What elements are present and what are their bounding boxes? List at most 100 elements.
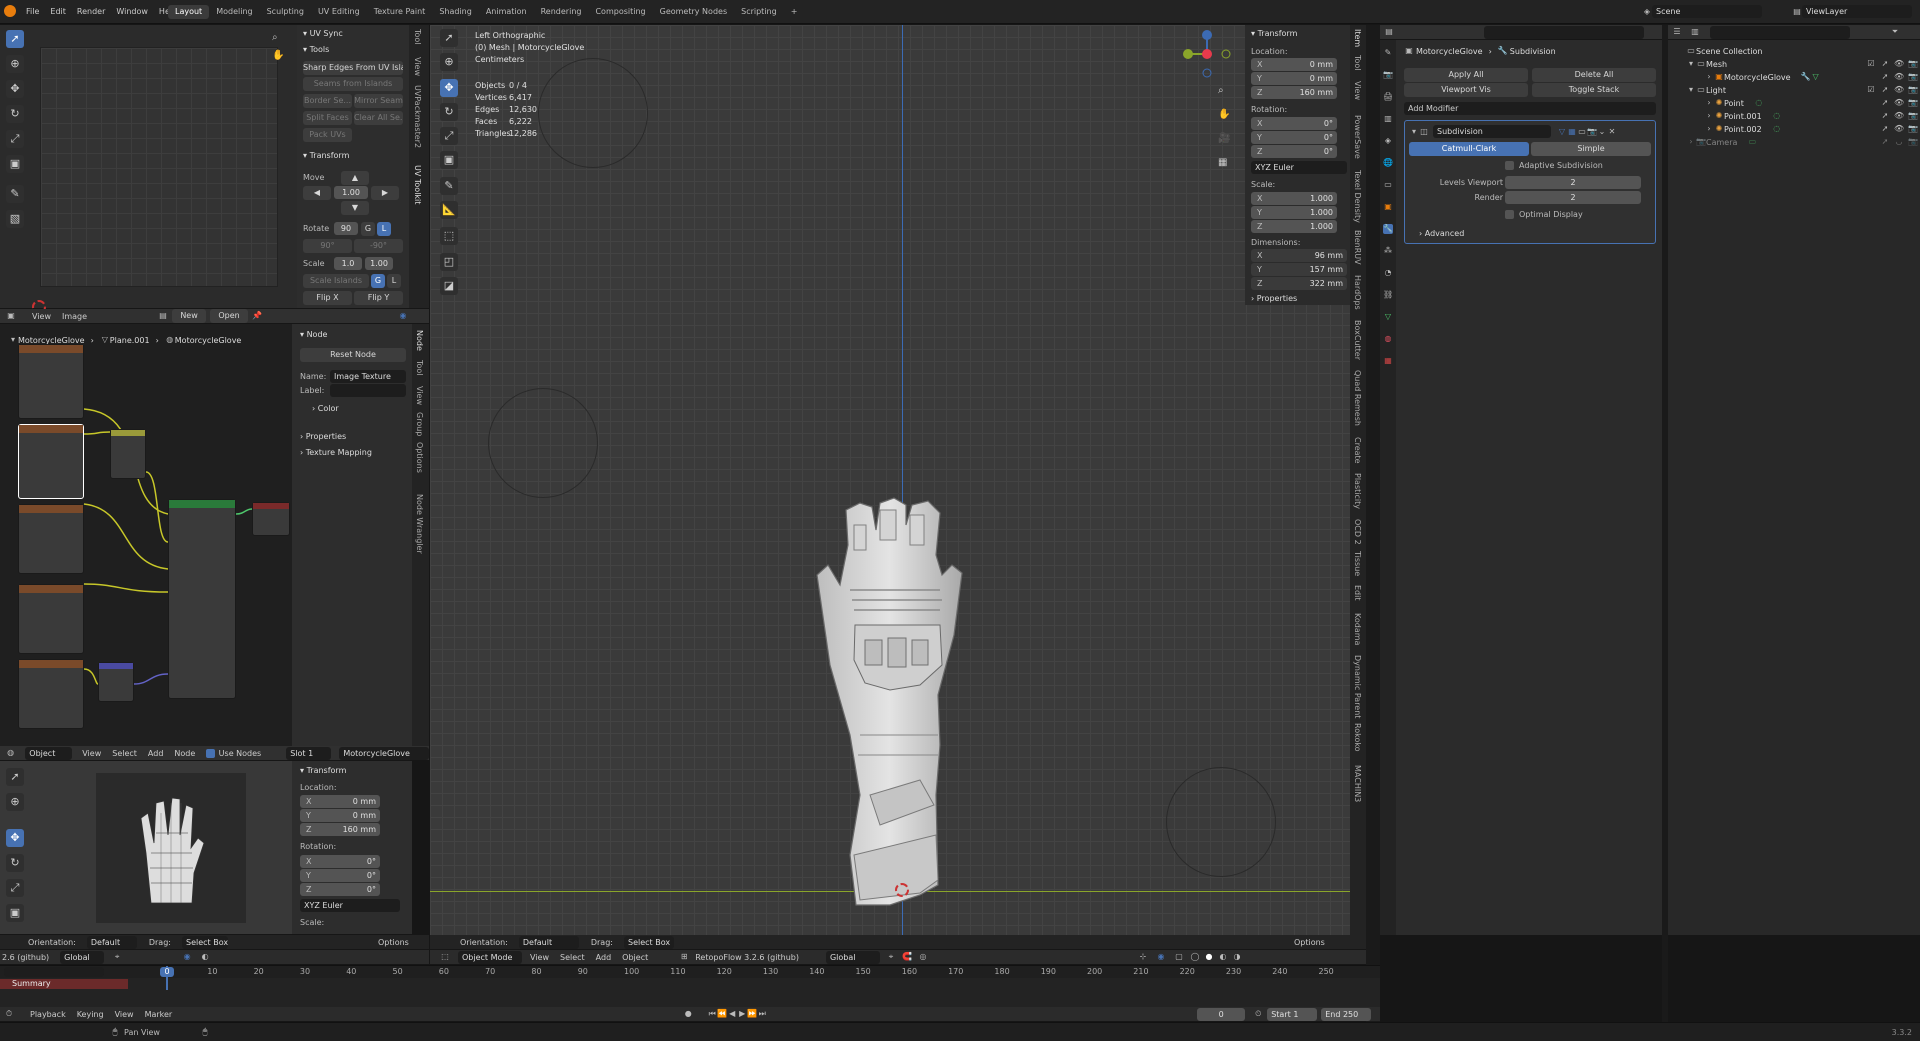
converter-node[interactable]: [110, 429, 146, 479]
properties-search[interactable]: [1484, 25, 1644, 39]
vp-select-tool-icon[interactable]: ➚: [440, 29, 458, 47]
tab-node-wrangler[interactable]: Node Wrangler: [415, 494, 424, 554]
eye-icon[interactable]: 👁: [1894, 59, 1904, 69]
data-props-icon[interactable]: ▽: [1383, 312, 1393, 322]
n-dim-x-field[interactable]: 96 mm: [1251, 249, 1347, 262]
n-rot-x-field[interactable]: 0°: [1251, 117, 1337, 130]
timeline[interactable]: Summary 0 10 20 30 40 50 60 70 80 90 100 110 120 130…: [0, 965, 1380, 1013]
tab-powersave[interactable]: PowerSave: [1353, 115, 1362, 159]
eye-icon[interactable]: 👁: [1894, 85, 1904, 95]
tab-tissue[interactable]: Tissue: [1353, 551, 1362, 576]
principled-bsdf-node[interactable]: [168, 499, 236, 699]
reset-node-button[interactable]: Reset Node: [300, 348, 406, 362]
uv-sync-header[interactable]: ▾ UV Sync: [303, 29, 343, 38]
end-frame-field[interactable]: End 250: [1321, 1007, 1372, 1021]
tab-uv-tool[interactable]: Tool: [413, 29, 422, 45]
add-workspace-button[interactable]: +: [784, 5, 805, 19]
tab-modeling[interactable]: Modeling: [209, 5, 259, 19]
select-tool-icon[interactable]: ➚: [6, 30, 24, 48]
tab-boxcutter[interactable]: BoxCutter: [1353, 320, 1362, 360]
vp-annotate-tool-icon[interactable]: ✎: [440, 177, 458, 195]
preview-range-icon[interactable]: ⏲: [1253, 1009, 1263, 1019]
vp-overlay-icon[interactable]: ◉: [1156, 952, 1166, 962]
move-down-button[interactable]: ▼: [341, 201, 369, 215]
object-origin-icon[interactable]: [895, 883, 909, 897]
view-layer-props-icon[interactable]: ▥: [1383, 114, 1393, 124]
rotate-local-button[interactable]: L: [377, 222, 391, 236]
tool-props-icon[interactable]: ✎: [1383, 48, 1393, 58]
simple-button[interactable]: Simple: [1531, 142, 1651, 156]
light-point-1[interactable]: [538, 58, 648, 168]
select-icon[interactable]: ➚: [1880, 137, 1890, 147]
vp-retopo-icon[interactable]: ⊞: [679, 952, 689, 962]
tab-compositing[interactable]: Compositing: [588, 5, 652, 19]
vp-zoom-icon[interactable]: ⌕: [1218, 85, 1224, 96]
tab-uvpackmaster[interactable]: UVPackmaster2: [413, 85, 422, 148]
select-icon[interactable]: ➚: [1880, 111, 1890, 121]
n-rot-y-field[interactable]: 0°: [1251, 131, 1337, 144]
keying-menu[interactable]: Keying: [77, 1010, 104, 1019]
image-browse-icon[interactable]: ▤: [158, 311, 168, 321]
image-texture-node-1[interactable]: [18, 344, 84, 419]
output-props-icon[interactable]: 🖨: [1383, 92, 1393, 102]
timeline-editor-icon[interactable]: ⏱: [4, 1009, 14, 1019]
scale-b-field[interactable]: 1.00: [365, 257, 393, 270]
navigation-gizmo[interactable]: [1182, 29, 1232, 79]
vp-ortho-icon[interactable]: ▦: [1218, 157, 1227, 168]
n-transform-header[interactable]: ▾ Transform: [1251, 29, 1297, 38]
node-menu-select[interactable]: Select: [112, 749, 137, 758]
tab-machin3[interactable]: MACHIN3: [1353, 765, 1362, 802]
left-select-box-dropdown[interactable]: Select Box: [181, 935, 228, 949]
vp-camera-icon[interactable]: 🎥: [1218, 133, 1230, 144]
outliner-item-point[interactable]: › ✺ Point ◌ ➚ 👁 📷: [1704, 97, 1918, 109]
vp-gizmo-icon[interactable]: ⊹: [1138, 952, 1148, 962]
vp-options-button[interactable]: Options: [1294, 938, 1325, 947]
marker-menu[interactable]: Marker: [145, 1010, 173, 1019]
display-mode-icon[interactable]: ▥: [1690, 27, 1700, 37]
properties-section[interactable]: › Properties: [300, 432, 346, 441]
tab-texture-paint[interactable]: Texture Paint: [367, 5, 433, 19]
playback-menu[interactable]: Playback: [30, 1010, 66, 1019]
expand-icon[interactable]: ›: [1704, 98, 1714, 108]
eye-icon[interactable]: 👁: [1894, 98, 1904, 108]
jump-end-icon[interactable]: ⏭: [757, 1009, 767, 1019]
camera-icon[interactable]: 📷: [1908, 137, 1918, 147]
preview-render-area[interactable]: [96, 773, 246, 923]
light-point-2[interactable]: [488, 388, 598, 498]
material-props-icon[interactable]: ◍: [1383, 334, 1393, 344]
tab-dynamic-parent[interactable]: Dynamic Parent: [1353, 655, 1362, 718]
node-menu-add[interactable]: Add: [148, 749, 164, 758]
tab-kodama[interactable]: Kodama: [1353, 613, 1362, 645]
eye-icon[interactable]: 👁: [1894, 124, 1904, 134]
tab-animation[interactable]: Animation: [479, 5, 534, 19]
vp-extra-tool-icon[interactable]: ◰: [440, 253, 458, 271]
use-nodes-checkbox[interactable]: [206, 748, 215, 758]
rotate-minus-90-button[interactable]: -90°: [354, 239, 403, 253]
properties-editor-icon[interactable]: ▤: [1384, 27, 1394, 37]
menu-edit[interactable]: Edit: [50, 7, 66, 16]
tab-vp-view[interactable]: View: [1353, 81, 1362, 100]
clear-all-seams-button[interactable]: Clear All Se...: [354, 111, 403, 125]
preview-loc-y-field[interactable]: 0 mm: [300, 809, 380, 822]
vp-material-shading-icon[interactable]: ◐: [1218, 952, 1228, 962]
main-viewport[interactable]: Left Orthographic (0) Mesh | MotorcycleG…: [430, 25, 1366, 935]
scale-local-button[interactable]: L: [387, 274, 401, 288]
advanced-section[interactable]: › Advanced: [1419, 229, 1464, 238]
vp-pan-icon[interactable]: ✋: [1218, 109, 1230, 120]
expand-icon[interactable]: ▾: [1686, 85, 1696, 95]
uv-grid[interactable]: [40, 47, 278, 287]
filter-icon[interactable]: ⏷: [1890, 27, 1900, 37]
camera-data-icon[interactable]: ▭: [1747, 137, 1757, 147]
current-frame-field[interactable]: 0: [1197, 1007, 1246, 1021]
rotate-tool-icon[interactable]: ↻: [6, 105, 24, 123]
material-selector[interactable]: MotorcycleGlove: [339, 746, 429, 760]
outliner-item-motorcycleglove[interactable]: › ▣ MotorcycleGlove 🔧 ▽ ➚ 👁 📷: [1704, 71, 1918, 83]
tab-options[interactable]: Options: [415, 442, 424, 473]
add-modifier-dropdown[interactable]: Add Modifier: [1404, 102, 1656, 115]
image-menu-view[interactable]: View: [32, 312, 51, 321]
object-mode-dropdown[interactable]: Object Mode: [458, 950, 522, 964]
image-texture-node-3[interactable]: [18, 504, 84, 574]
render-toggle-icon[interactable]: 📷: [1587, 127, 1597, 137]
shader-type-dropdown[interactable]: Object: [25, 746, 73, 760]
left-options-button[interactable]: Options: [378, 938, 409, 947]
